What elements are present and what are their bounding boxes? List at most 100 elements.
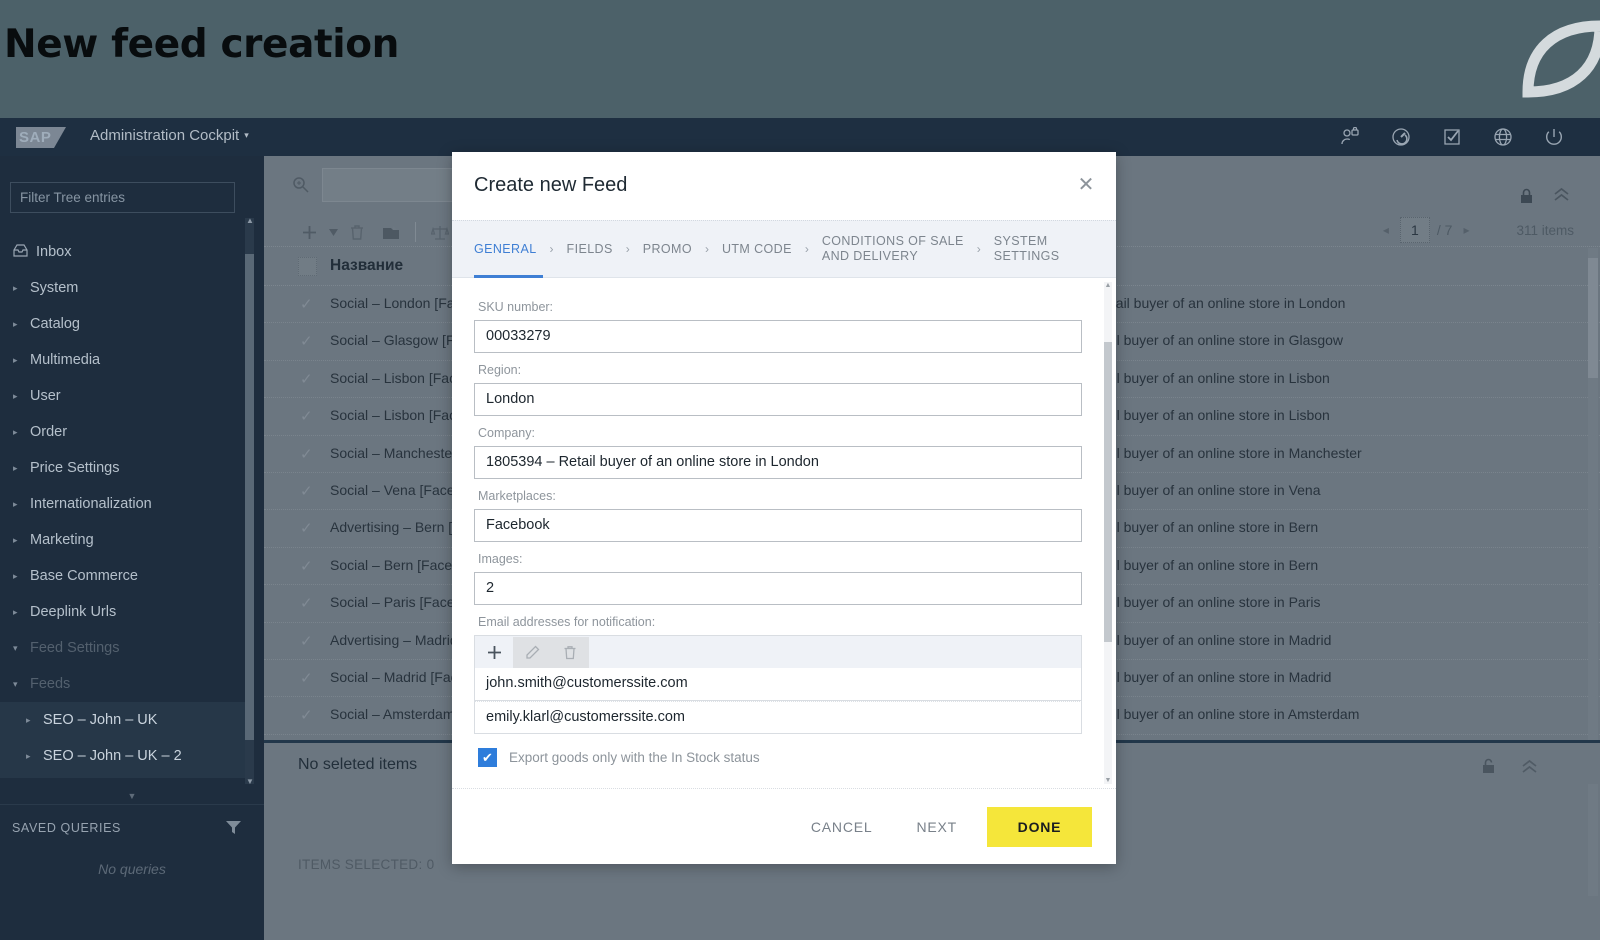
sidebar-item-inbox[interactable]: Inbox	[0, 234, 264, 270]
add-icon[interactable]	[292, 218, 326, 246]
sku-number-input[interactable]: 00033279	[474, 320, 1082, 353]
modal-scrollbar-thumb[interactable]	[1104, 342, 1112, 642]
lock-icon[interactable]	[1519, 188, 1534, 209]
cancel-button[interactable]: CANCEL	[789, 809, 895, 845]
row-check-icon[interactable]: ✓	[300, 557, 313, 575]
row-check-icon[interactable]: ✓	[300, 594, 313, 612]
email-row[interactable]: john.smith@customerssite.com	[474, 668, 1082, 701]
row-check-icon[interactable]: ✓	[300, 632, 313, 650]
row-check-icon[interactable]: ✓	[300, 519, 313, 537]
scroll-up-icon[interactable]: ▲	[246, 216, 254, 225]
sidebar-item-price-settings[interactable]: ▸ Price Settings	[0, 450, 264, 486]
sidebar-item-seo-john-uk[interactable]: ▸ SEO – John – UK	[0, 702, 264, 738]
modal-footer: CANCEL NEXT DONE	[452, 788, 1116, 864]
sidebar-item-label: Internationalization	[30, 496, 152, 512]
chevron-right-icon[interactable]: ▸	[13, 414, 27, 450]
chevron-right-icon[interactable]: ▸	[13, 450, 27, 486]
scroll-down-icon[interactable]: ▼	[1104, 777, 1112, 784]
next-button[interactable]: NEXT	[894, 809, 979, 845]
sidebar-item-internationalization[interactable]: ▸ Internationalization	[0, 486, 264, 522]
sidebar-item-marketing[interactable]: ▸ Marketing	[0, 522, 264, 558]
add-dropdown-caret-icon[interactable]	[326, 218, 340, 246]
tree-filter-input[interactable]: Filter Tree entries	[10, 182, 235, 213]
sidebar-item-label: Price Settings	[30, 460, 120, 476]
app-menu-administration-cockpit[interactable]: Administration Cockpit ▾	[90, 127, 249, 144]
chevron-right-icon[interactable]: ▸	[13, 594, 27, 630]
chevron-right-icon[interactable]: ▸	[13, 378, 27, 414]
user-lock-icon[interactable]	[1340, 127, 1360, 147]
in-stock-checkbox-row[interactable]: ✔ Export goods only with the In Stock st…	[474, 748, 1086, 767]
marketplaces-input[interactable]: Facebook	[474, 509, 1082, 542]
chevron-right-icon[interactable]: ▸	[26, 738, 40, 774]
next-page-button[interactable]: ▸	[1452, 223, 1480, 237]
sidebar-item-deeplink-urls[interactable]: ▸ Deeplink Urls	[0, 594, 264, 630]
add-email-icon[interactable]	[475, 637, 513, 668]
company-input[interactable]: 1805394 – Retail buyer of an online stor…	[474, 446, 1082, 479]
scroll-up-icon[interactable]: ▲	[1104, 282, 1112, 289]
tree-scrollbar-thumb[interactable]	[245, 254, 254, 740]
close-icon[interactable]: ✕	[1074, 174, 1098, 198]
wizard-step-system-settings[interactable]: SYSTEM SETTINGS	[994, 234, 1060, 264]
wizard-step-conditions-of-sale-and-delivery[interactable]: CONDITIONS OF SALE AND DELIVERY	[822, 234, 964, 264]
sidebar-item-order[interactable]: ▸ Order	[0, 414, 264, 450]
chevron-double-up-icon[interactable]	[1521, 758, 1538, 780]
sidebar-item-multimedia[interactable]: ▸ Multimedia	[0, 342, 264, 378]
chevron-down-icon[interactable]: ▾	[13, 630, 27, 666]
search-icon[interactable]	[292, 176, 309, 198]
row-check-icon[interactable]: ✓	[300, 407, 313, 425]
row-check-icon[interactable]: ✓	[300, 706, 313, 724]
row-check-icon[interactable]: ✓	[300, 482, 313, 500]
row-check-icon[interactable]: ✓	[300, 332, 313, 350]
sidebar-item-base-commerce[interactable]: ▸ Base Commerce	[0, 558, 264, 594]
delete-icon[interactable]	[340, 218, 374, 246]
row-check-icon[interactable]: ✓	[300, 370, 313, 388]
column-header-name[interactable]: Название	[330, 257, 403, 275]
funnel-icon[interactable]	[225, 819, 242, 840]
sidebar-item-system[interactable]: ▸ System	[0, 270, 264, 306]
tree-collapse-handle[interactable]: ▼	[0, 790, 264, 802]
sidebar-item-user[interactable]: ▸ User	[0, 378, 264, 414]
chevron-double-up-icon[interactable]	[1553, 186, 1570, 208]
sidebar-item-label: Base Commerce	[30, 568, 138, 584]
wizard-step-general[interactable]: GENERAL	[474, 242, 537, 257]
in-stock-checkbox[interactable]: ✔	[478, 748, 497, 767]
sidebar-item-catalog[interactable]: ▸ Catalog	[0, 306, 264, 342]
chevron-right-icon[interactable]: ▸	[13, 306, 27, 342]
refresh-circle-icon[interactable]	[1391, 127, 1411, 147]
sidebar-item-feed-settings[interactable]: ▾ Feed Settings	[0, 630, 264, 666]
row-check-icon[interactable]: ✓	[300, 445, 313, 463]
modal-body-scrollbar[interactable]: ▲ ▼	[1104, 282, 1112, 784]
chevron-right-icon[interactable]: ▸	[13, 342, 27, 378]
wizard-step-utm-code[interactable]: UTM CODE	[722, 242, 792, 257]
tree-scrollbar[interactable]: ▲ ▼	[245, 216, 254, 786]
power-icon[interactable]	[1544, 127, 1564, 147]
done-button[interactable]: DONE	[987, 806, 1092, 847]
cell-name: Social – Bern [Facebo	[330, 556, 468, 573]
export-icon[interactable]	[374, 218, 408, 246]
chevron-right-icon[interactable]: ▸	[13, 522, 27, 558]
chevron-down-icon[interactable]: ▾	[13, 666, 27, 702]
sap-logo[interactable]: SAP	[16, 127, 66, 148]
chevron-right-icon[interactable]: ▸	[13, 270, 27, 306]
sidebar-item-seo-john-uk-2[interactable]: ▸ SEO – John – UK – 2	[0, 738, 264, 774]
region-input[interactable]: London	[474, 383, 1082, 416]
row-check-icon[interactable]: ✓	[300, 295, 313, 313]
main-scrollbar[interactable]	[1588, 248, 1598, 896]
row-check-icon[interactable]: ✓	[300, 669, 313, 687]
globe-icon[interactable]	[1493, 127, 1513, 147]
page-number-input[interactable]: 1	[1399, 217, 1430, 243]
wizard-step-promo[interactable]: PROMO	[643, 242, 692, 257]
wizard-step-fields[interactable]: FIELDS	[567, 242, 613, 257]
prev-page-button[interactable]: ◂	[1372, 223, 1400, 237]
task-check-icon[interactable]	[1442, 127, 1462, 147]
email-row[interactable]: emily.klarl@customerssite.com	[474, 701, 1082, 734]
chevron-right-icon[interactable]: ▸	[26, 702, 40, 738]
sidebar-item-feeds[interactable]: ▾ Feeds	[0, 666, 264, 702]
chevron-right-icon[interactable]: ▸	[13, 486, 27, 522]
main-scrollbar-thumb[interactable]	[1588, 258, 1598, 378]
select-all-checkbox[interactable]	[298, 257, 317, 276]
unlock-icon[interactable]	[1481, 758, 1496, 779]
images-input[interactable]: 2	[474, 572, 1082, 605]
scroll-down-icon[interactable]: ▼	[246, 777, 254, 786]
chevron-right-icon[interactable]: ▸	[13, 558, 27, 594]
